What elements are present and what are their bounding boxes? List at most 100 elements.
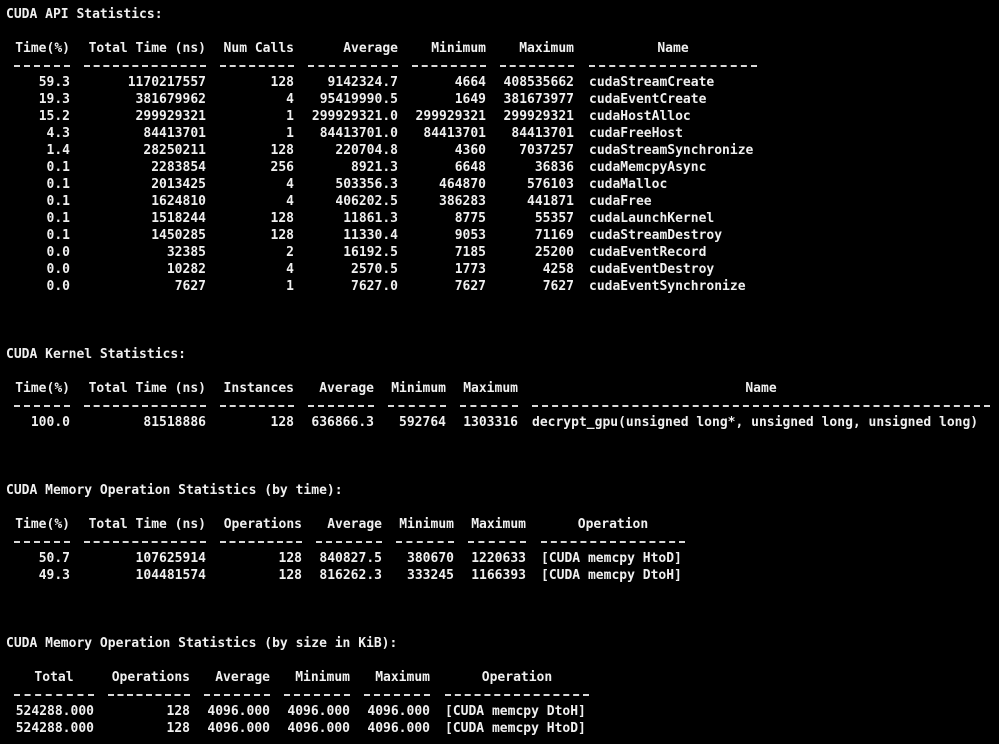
table-row: 0.1 2013425 4 503356.3 464870 576103 cudaMallo… xyxy=(0,176,999,193)
table-cell: cudaHostAlloc xyxy=(589,109,691,124)
table-cell: 333245 xyxy=(407,568,454,583)
column-header: Time(%) xyxy=(15,41,70,56)
table-cell: 4096.000 xyxy=(367,721,430,736)
table-cell: 299929321.0 xyxy=(311,109,398,124)
table-cell: 4664 xyxy=(454,75,486,90)
table-cell: 1166393 xyxy=(471,568,526,583)
table-row: 0.1 1624810 4 406202.5 386283 441871 cudaFree xyxy=(0,193,999,210)
table-cell: 220704.8 xyxy=(335,143,398,158)
table-cell: 1518244 xyxy=(151,211,206,226)
column-header: Maximum xyxy=(471,517,526,532)
api-header-separator xyxy=(0,57,999,74)
table-row: 59.3 1170217557 128 9142324.7 4664 408535662 c… xyxy=(0,74,999,91)
section-title: CUDA API Statistics: xyxy=(6,7,163,22)
table-row: 100.0 81518886 128 636866.3 592764 1303316 dec… xyxy=(0,414,999,431)
table-row: 1.4 28250211 128 220704.8 4360 7037257 cudaStr… xyxy=(0,142,999,159)
dashed-separator xyxy=(220,541,302,543)
table-cell: 16192.5 xyxy=(343,245,398,260)
column-header: Average xyxy=(343,41,398,56)
table-cell: 10282 xyxy=(166,262,206,277)
memtime-header-row: Time(%) Total Time (ns) Operations Average M… xyxy=(0,516,999,533)
table-cell: 128 xyxy=(270,143,294,158)
table-cell: 299929321 xyxy=(415,109,486,124)
table-cell: 84413701 xyxy=(143,126,206,141)
dashed-separator xyxy=(308,65,398,67)
table-cell: 71169 xyxy=(534,228,574,243)
table-cell: 256 xyxy=(270,160,294,175)
table-cell: decrypt_gpu(unsigned long*, unsigned lon… xyxy=(532,415,979,430)
column-header: Name xyxy=(657,41,689,56)
table-row: 0.1 1450285 128 11330.4 9053 71169 cudaStreamD… xyxy=(0,227,999,244)
table-cell: 524288.000 xyxy=(15,721,94,736)
table-row: 0.1 1518244 128 11861.3 8775 55357 cudaLaunchK… xyxy=(0,210,999,227)
dashed-separator xyxy=(388,405,446,407)
table-cell: 380670 xyxy=(407,551,454,566)
table-row: 524288.000 128 4096.000 4096.000 4096.000 [CU… xyxy=(0,720,999,737)
table-cell: cudaStreamCreate xyxy=(589,75,715,90)
table-cell: 1303316 xyxy=(463,415,518,430)
table-cell: 4 xyxy=(286,92,294,107)
column-header: Total Time (ns) xyxy=(88,517,206,532)
table-cell: 19.3 xyxy=(38,92,70,107)
table-cell: 408535662 xyxy=(503,75,574,90)
column-header: Average xyxy=(327,517,382,532)
table-cell: 299929321 xyxy=(503,109,574,124)
table-cell: 4096.000 xyxy=(287,704,350,719)
column-header: Operations xyxy=(111,670,190,685)
table-cell: 0.1 xyxy=(46,160,70,175)
column-header: Maximum xyxy=(375,670,430,685)
dashed-separator xyxy=(589,65,757,67)
table-cell: 107625914 xyxy=(135,551,206,566)
table-row: 4.3 84413701 1 84413701.0 84413701 84413701 cu… xyxy=(0,125,999,142)
column-header: Maximum xyxy=(463,381,518,396)
table-cell: 381679962 xyxy=(135,92,206,107)
table-cell: 1170217557 xyxy=(127,75,206,90)
dashed-separator xyxy=(84,65,206,67)
column-header: Instances xyxy=(223,381,294,396)
column-header: Total xyxy=(34,670,74,685)
table-cell: 4360 xyxy=(454,143,486,158)
table-cell: 2283854 xyxy=(151,160,206,175)
table-cell: 128 xyxy=(166,721,190,736)
table-cell: 1 xyxy=(286,279,294,294)
table-cell: 1649 xyxy=(454,92,486,107)
table-cell: cudaEventRecord xyxy=(589,245,707,260)
table-cell: 524288.000 xyxy=(15,704,94,719)
table-cell: 84413701.0 xyxy=(319,126,398,141)
section-title: CUDA Memory Operation Statistics (by tim… xyxy=(6,483,343,498)
dashed-separator xyxy=(84,541,206,543)
table-cell: 1 xyxy=(286,126,294,141)
table-cell: 592764 xyxy=(399,415,446,430)
table-cell: 0.1 xyxy=(46,194,70,209)
table-cell: cudaStreamDestroy xyxy=(589,228,723,243)
dashed-separator xyxy=(204,694,270,696)
column-header: Time(%) xyxy=(15,381,70,396)
table-cell: 49.3 xyxy=(38,568,70,583)
memsize-header-separator xyxy=(0,686,999,703)
table-cell: 2570.5 xyxy=(351,262,398,277)
column-header: Average xyxy=(215,670,270,685)
column-header: Minimum xyxy=(295,670,350,685)
table-cell: 81518886 xyxy=(143,415,206,430)
table-cell: 4096.000 xyxy=(287,721,350,736)
column-header: Minimum xyxy=(399,517,454,532)
kernel-header-separator xyxy=(0,397,999,414)
table-cell: 128 xyxy=(270,228,294,243)
table-cell: 128 xyxy=(278,568,302,583)
column-header: Total Time (ns) xyxy=(88,41,206,56)
table-cell: 128 xyxy=(270,415,294,430)
dashed-separator xyxy=(396,541,454,543)
dashed-separator xyxy=(284,694,350,696)
table-cell: 8921.3 xyxy=(351,160,398,175)
table-cell: 8775 xyxy=(454,211,486,226)
table-cell: 0.1 xyxy=(46,177,70,192)
table-cell: 1450285 xyxy=(151,228,206,243)
table-cell: 2 xyxy=(286,245,294,260)
table-cell: cudaFreeHost xyxy=(589,126,683,141)
memtime-section-title: CUDA Memory Operation Statistics (by tim… xyxy=(0,482,999,499)
dashed-separator xyxy=(14,694,94,696)
dashed-separator xyxy=(14,65,70,67)
dashed-separator xyxy=(541,541,685,543)
table-cell: 55357 xyxy=(534,211,574,226)
dashed-separator xyxy=(308,405,374,407)
